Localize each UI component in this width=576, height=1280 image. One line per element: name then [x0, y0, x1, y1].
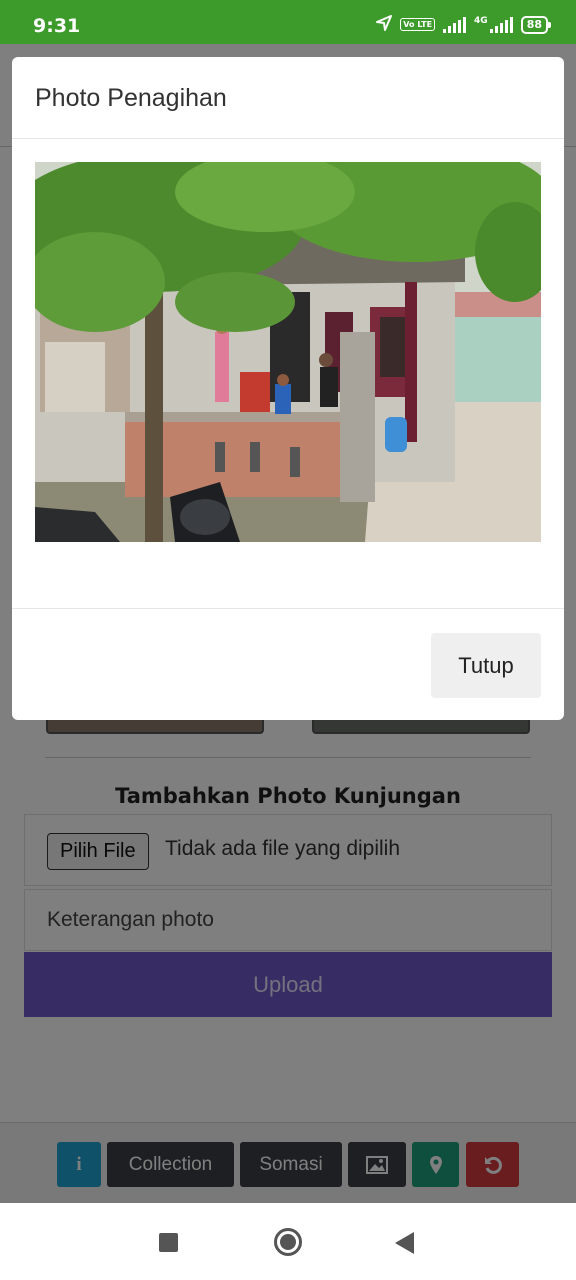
home-icon[interactable] [274, 1228, 302, 1256]
signal-icon-2 [489, 16, 513, 33]
photo-modal: Photo Penagihan Tutup [12, 57, 564, 720]
modal-title: Photo Penagihan [35, 84, 227, 112]
recents-icon[interactable] [159, 1233, 178, 1252]
navigation-bar [0, 1203, 576, 1280]
modal-header: Photo Penagihan [12, 57, 564, 139]
location-arrow-icon [376, 15, 393, 34]
volte-icon: Vo LTE [400, 18, 436, 31]
billing-photo [35, 162, 541, 542]
back-icon[interactable] [395, 1232, 414, 1254]
battery-icon: 88 [520, 15, 552, 34]
signal-icon-1 [443, 16, 467, 33]
status-icons: Vo LTE 4G 88 [376, 15, 552, 34]
status-bar: 9:31 Vo LTE 4G 88 [0, 0, 576, 44]
status-time: 9:31 [33, 15, 81, 37]
close-button[interactable]: Tutup [431, 633, 541, 698]
network-type-label: 4G [474, 15, 488, 26]
modal-footer: Tutup [12, 608, 564, 720]
